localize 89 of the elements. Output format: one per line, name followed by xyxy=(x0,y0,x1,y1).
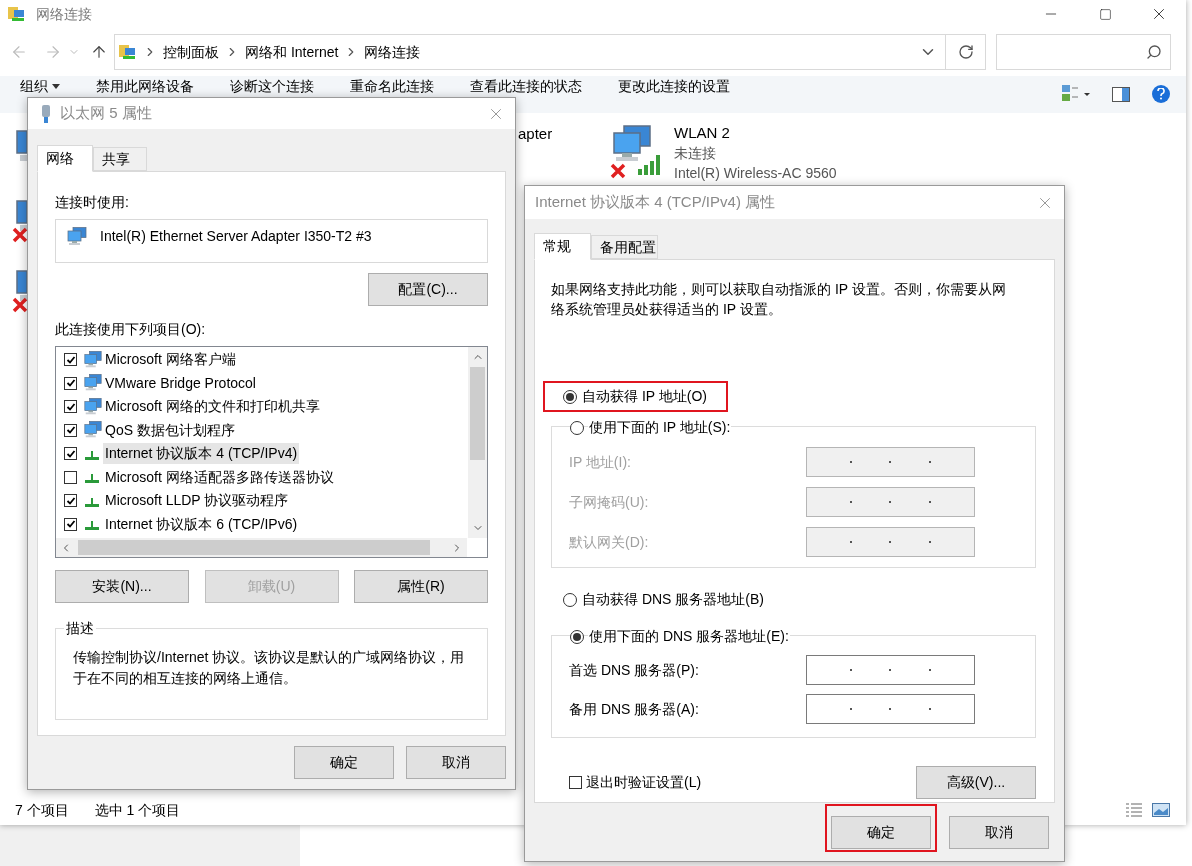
preview-pane-icon[interactable] xyxy=(1112,86,1130,102)
dialog-button[interactable]: 属性(R) xyxy=(354,570,488,603)
radio-button[interactable] xyxy=(570,420,584,435)
dialog-button[interactable]: 安装(N)... xyxy=(55,570,189,603)
toolbar-item[interactable]: 诊断这个连接 xyxy=(230,78,314,94)
monitor-icon xyxy=(16,129,27,163)
network-computer-icon xyxy=(66,226,88,248)
dialog-title: Internet 协议版本 4 (TCP/IPv4) 属性 xyxy=(535,192,776,213)
field-label: 默认网关(D): xyxy=(569,532,650,552)
list-item[interactable]: Microsoft 网络客户端 xyxy=(103,349,238,371)
checkbox[interactable] xyxy=(64,447,77,461)
list-item[interactable]: Internet 协议版本 6 (TCP/IPv6) xyxy=(103,513,300,535)
adapter-name: Intel(R) Ethernet Server Adapter I350-T2 #3 xyxy=(100,227,372,246)
checkbox[interactable] xyxy=(64,494,77,508)
maximize-icon[interactable] xyxy=(1098,7,1112,21)
toolbar-item[interactable]: 重命名此连接 xyxy=(350,78,434,94)
help-icon[interactable] xyxy=(1152,85,1170,103)
radio-label: 自动获得 IP 地址(O) xyxy=(581,387,708,406)
list-item[interactable]: Microsoft 网络的文件和打印机共享 xyxy=(103,396,322,418)
radio-label: 使用下面的 IP 地址(S): xyxy=(588,417,732,438)
toolbar-item[interactable]: 查看此连接的状态 xyxy=(470,78,582,94)
refresh-button[interactable] xyxy=(946,34,986,70)
field-label: 首选 DNS 服务器(P): xyxy=(569,660,700,680)
tab[interactable]: 网络 xyxy=(37,145,93,172)
section-label: 连接时使用: xyxy=(55,193,130,212)
checkbox[interactable] xyxy=(64,470,77,484)
checkbox-label: 退出时验证设置(L) xyxy=(586,773,702,792)
toolbar-item[interactable]: 更改此连接的设置 xyxy=(618,78,730,94)
dialog-button[interactable]: 取消 xyxy=(949,816,1049,849)
tab[interactable]: 共享 xyxy=(93,147,147,171)
radio-label: 使用下面的 DNS 服务器地址(E): xyxy=(588,626,790,647)
dialog-title: 以太网 5 属性 xyxy=(60,103,152,124)
ip-address-field[interactable] xyxy=(806,487,975,517)
list-item[interactable]: Microsoft LLDP 协议驱动程序 xyxy=(103,490,291,512)
dialog-button[interactable]: 高级(V)... xyxy=(916,766,1036,799)
tab[interactable]: 备用配置 xyxy=(591,235,658,259)
list-item[interactable]: Microsoft 网络适配器多路传送器协议 xyxy=(103,466,336,488)
section-label: 此连接使用下列项目(O): xyxy=(55,320,207,339)
breadcrumb-item[interactable]: 控制面板 xyxy=(163,41,219,63)
dialog-button[interactable]: 确定 xyxy=(831,816,931,849)
connection-status: 未连接 xyxy=(674,144,717,163)
ip-address-field[interactable] xyxy=(806,694,975,724)
connection-name: WLAN 2 xyxy=(674,123,731,143)
dialog-button[interactable]: 取消 xyxy=(406,746,506,779)
toolbar-item[interactable]: 组织 xyxy=(20,78,48,94)
radio-button[interactable] xyxy=(563,389,577,404)
radio-button[interactable] xyxy=(563,592,577,607)
ip-address-field[interactable] xyxy=(806,447,975,477)
tab[interactable]: 常规 xyxy=(534,233,591,260)
field-label: IP 地址(I): xyxy=(569,452,632,472)
search-icon[interactable] xyxy=(1146,44,1162,60)
radio-button[interactable] xyxy=(570,629,584,644)
connection-device: Intel(R) Wireless-AC 9560 xyxy=(674,164,837,183)
tiles-view-icon[interactable] xyxy=(1152,803,1170,817)
search-field[interactable] xyxy=(996,34,1171,70)
view-options-icon[interactable] xyxy=(1062,85,1090,103)
list-item[interactable]: Internet 协议版本 4 (TCP/IPv4) xyxy=(103,443,300,465)
radio-label: 自动获得 DNS 服务器地址(B) xyxy=(581,590,765,609)
checkbox[interactable] xyxy=(64,400,77,414)
monitor-icon xyxy=(16,199,27,233)
address-bar[interactable]: 控制面板 网络和 Internet 网络连接 xyxy=(114,34,946,70)
network-folder-icon xyxy=(8,6,26,22)
status-text: 7 个项目 xyxy=(15,800,69,820)
breadcrumb-item[interactable]: 网络和 Internet xyxy=(245,41,339,63)
list-item[interactable]: QoS 数据包计划程序 xyxy=(103,419,237,441)
checkbox[interactable] xyxy=(64,353,77,367)
ip-address-field[interactable] xyxy=(806,655,975,685)
field-label: 子网掩码(U): xyxy=(569,492,650,512)
ip-address-field[interactable] xyxy=(806,527,975,557)
checkbox[interactable] xyxy=(64,376,77,390)
toolbar-item[interactable]: 禁用此网络设备 xyxy=(96,78,194,94)
connection-name: apter xyxy=(518,124,553,144)
network-folder-icon xyxy=(119,44,137,60)
checkbox[interactable] xyxy=(569,776,582,789)
checkbox[interactable] xyxy=(64,423,77,437)
breadcrumb-item[interactable]: 网络连接 xyxy=(364,41,421,63)
description-text: 传输控制协议/Internet 协议。该协议是默认的广域网络协议，用于在不同的相互连接的网络上通信。 xyxy=(73,648,466,688)
caret-icon[interactable] xyxy=(52,83,60,89)
list-item[interactable]: VMware Bridge Protocol xyxy=(103,372,258,394)
window-title: 网络连接 xyxy=(36,4,92,24)
refresh-icon[interactable] xyxy=(957,44,974,60)
ethernet-plug-icon xyxy=(40,104,52,123)
intro-text: 如果网络支持此功能，则可以获取自动指派的 IP 设置。否则，你需要从网络系统管理员处获得适当的 IP 设置。 xyxy=(551,280,1007,319)
status-text: 选中 1 个项目 xyxy=(94,800,181,820)
field-label: 备用 DNS 服务器(A): xyxy=(569,699,700,719)
checkbox[interactable] xyxy=(64,517,77,531)
monitor-icon xyxy=(16,269,27,303)
dialog-button[interactable]: 配置(C)... xyxy=(368,273,488,306)
dialog-button[interactable]: 确定 xyxy=(294,746,394,779)
